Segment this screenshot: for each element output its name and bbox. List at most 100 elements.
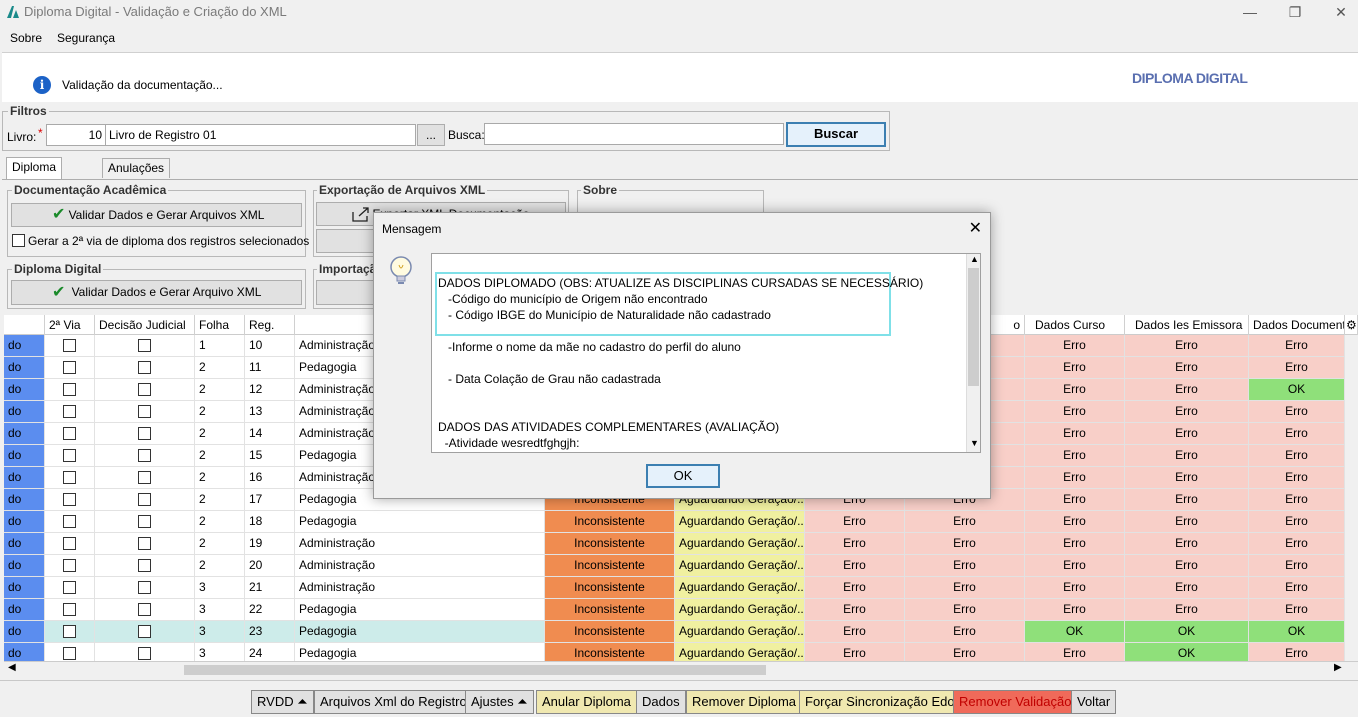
segunda-via-checkbox[interactable]	[63, 537, 76, 550]
segunda-via-checkbox[interactable]	[63, 383, 76, 396]
segunda-via-checkbox[interactable]	[63, 339, 76, 352]
decisao-judicial-checkbox[interactable]	[138, 449, 151, 462]
reg-cell: 17	[245, 489, 295, 510]
segunda-via-cell	[45, 511, 95, 532]
decisao-judicial-checkbox[interactable]	[138, 581, 151, 594]
decisao-judicial-checkbox[interactable]	[138, 603, 151, 616]
header-dados-curso[interactable]: Dados Curso	[1025, 315, 1125, 335]
folha-cell: 2	[195, 533, 245, 554]
segunda-via-checkbox[interactable]	[63, 647, 76, 660]
buscar-button[interactable]: Buscar	[786, 122, 886, 147]
dialog-message-box[interactable]: DADOS DIPLOMADO (OBS: ATUALIZE AS DISCIP…	[431, 253, 981, 453]
header-folha[interactable]: Folha	[195, 315, 245, 335]
minimize-button[interactable]: —	[1236, 2, 1264, 22]
close-button[interactable]: ✕	[1327, 2, 1355, 22]
decisao-judicial-checkbox[interactable]	[138, 537, 151, 550]
grid-settings-icon[interactable]: ⚙	[1345, 315, 1358, 335]
dialog-message-line: DADOS DIPLOMADO (OBS: ATUALIZE AS DISCIP…	[438, 276, 924, 290]
decisao-judicial-checkbox[interactable]	[138, 559, 151, 572]
segunda-via-checkbox[interactable]	[63, 625, 76, 638]
decisao-judicial-checkbox[interactable]	[138, 647, 151, 660]
maximize-button[interactable]: ❐	[1281, 2, 1309, 22]
header-dados-documentacao[interactable]: Dados Documentação	[1249, 315, 1345, 335]
table-row[interactable]: do 3 23 Pedagogia Inconsistente Aguardando Ge…	[4, 621, 1358, 643]
segunda-via-checkbox[interactable]	[63, 361, 76, 374]
header-reg[interactable]: Reg.	[245, 315, 295, 335]
table-row[interactable]: do 3 22 Pedagogia Inconsistente Aguardando Ge…	[4, 599, 1358, 621]
decisao-judicial-checkbox[interactable]	[138, 427, 151, 440]
dados-ies-cell: Erro	[1125, 577, 1249, 598]
scroll-left-icon[interactable]: ◀	[8, 662, 16, 673]
scrollbar-thumb[interactable]	[184, 665, 766, 675]
segunda-via-checkbox[interactable]	[63, 581, 76, 594]
validar-gerar-arquivo-xml-button[interactable]: ✔ Validar Dados e Gerar Arquivo XML	[11, 280, 302, 305]
dados-1-cell: Erro	[805, 643, 905, 661]
decisao-judicial-checkbox[interactable]	[138, 405, 151, 418]
curso-cell: Administração	[295, 577, 545, 598]
segunda-via-checkbox[interactable]	[63, 515, 76, 528]
browse-livro-button[interactable]: ...	[417, 124, 445, 146]
livro-name-input[interactable]: Livro de Registro 01	[105, 124, 416, 146]
table-row[interactable]: do 2 19 Administração Inconsistente Aguardand…	[4, 533, 1358, 555]
arquivos-xml-button[interactable]: Arquivos Xml do Registro	[314, 690, 473, 714]
scroll-up-icon[interactable]: ▲	[970, 254, 979, 264]
segunda-via-checkbox[interactable]	[63, 603, 76, 616]
grid-horizontal-scrollbar[interactable]: ◀ ▶	[4, 661, 1358, 677]
anular-diploma-button[interactable]: Anular Diploma	[536, 690, 637, 714]
dialog-scrollbar[interactable]: ▲ ▼	[966, 254, 980, 452]
header-segunda-via[interactable]: 2ª Via	[45, 315, 95, 335]
segunda-via-checkbox[interactable]	[63, 449, 76, 462]
table-row[interactable]: do 2 20 Administração Inconsistente Aguardand…	[4, 555, 1358, 577]
table-row[interactable]: do 3 24 Pedagogia Inconsistente Aguardando Ge…	[4, 643, 1358, 661]
table-row[interactable]: do 2 18 Pedagogia Inconsistente Aguardando Ge…	[4, 511, 1358, 533]
voltar-button[interactable]: Voltar	[1071, 690, 1117, 714]
rvdd-dropdown-button[interactable]: RVDD ⏶	[251, 690, 314, 714]
validar-gerar-xml-button[interactable]: ✔ Validar Dados e Gerar Arquivos XML	[11, 203, 302, 227]
dados-button[interactable]: Dados	[636, 690, 686, 714]
header-decisao-judicial[interactable]: Decisão Judicial	[95, 315, 195, 335]
decisao-judicial-checkbox[interactable]	[138, 383, 151, 396]
header-first[interactable]	[4, 315, 45, 335]
segunda-via-checkbox[interactable]	[63, 427, 76, 440]
dialog-scroll-thumb[interactable]	[968, 268, 979, 386]
folha-cell: 1	[195, 335, 245, 356]
scroll-right-icon[interactable]: ▶	[1334, 662, 1342, 673]
livro-number-input[interactable]: 10	[46, 124, 106, 146]
busca-input[interactable]	[484, 123, 784, 145]
decisao-judicial-checkbox[interactable]	[138, 339, 151, 352]
segunda-via-checkbox[interactable]	[63, 493, 76, 506]
row-first-cell: do	[4, 401, 45, 422]
decisao-judicial-checkbox[interactable]	[138, 493, 151, 506]
header-dados-ies[interactable]: Dados Ies Emissora	[1125, 315, 1249, 335]
row-first-cell: do	[4, 643, 45, 661]
decisao-judicial-checkbox[interactable]	[138, 361, 151, 374]
dados-ies-cell: Erro	[1125, 335, 1249, 356]
ajustes-dropdown-button[interactable]: Ajustes ⏶	[465, 690, 534, 714]
menu-seguranca[interactable]: Segurança	[57, 31, 115, 45]
grid-vertical-scrollbar[interactable]	[1345, 335, 1358, 661]
dialog-close-icon[interactable]: ✕	[969, 218, 982, 238]
remover-validacao-button[interactable]: Remover Validação	[953, 690, 1078, 714]
scroll-down-icon[interactable]: ▼	[970, 438, 979, 448]
segunda-via-checkbox[interactable]	[63, 471, 76, 484]
segunda-via-checkbox[interactable]	[63, 405, 76, 418]
forcar-sincronizacao-button[interactable]: Forçar Sincronização Edoc	[799, 690, 968, 714]
segunda-via-cell	[45, 379, 95, 400]
curso-cell: Administração	[295, 555, 545, 576]
decisao-judicial-checkbox[interactable]	[138, 471, 151, 484]
reg-cell: 11	[245, 357, 295, 378]
segunda-via-checkbox[interactable]	[63, 559, 76, 572]
decisao-judicial-checkbox[interactable]	[138, 515, 151, 528]
menu-sobre[interactable]: Sobre	[10, 31, 42, 45]
segunda-via-checkbox[interactable]	[12, 234, 25, 247]
dados-1-cell: Erro	[805, 599, 905, 620]
reg-cell: 12	[245, 379, 295, 400]
table-row[interactable]: do 3 21 Administração Inconsistente Aguardand…	[4, 577, 1358, 599]
dados-ies-cell: Erro	[1125, 379, 1249, 400]
decisao-judicial-checkbox[interactable]	[138, 625, 151, 638]
tab-anulacoes[interactable]: Anulações	[102, 158, 171, 178]
tab-diploma-digital[interactable]: Diploma Digital	[6, 157, 63, 192]
remover-diploma-button[interactable]: Remover Diploma	[686, 690, 803, 714]
dialog-ok-button[interactable]: OK	[646, 464, 720, 488]
dialog-message-line: - Data Colação de Grau não cadastrada	[438, 372, 661, 386]
